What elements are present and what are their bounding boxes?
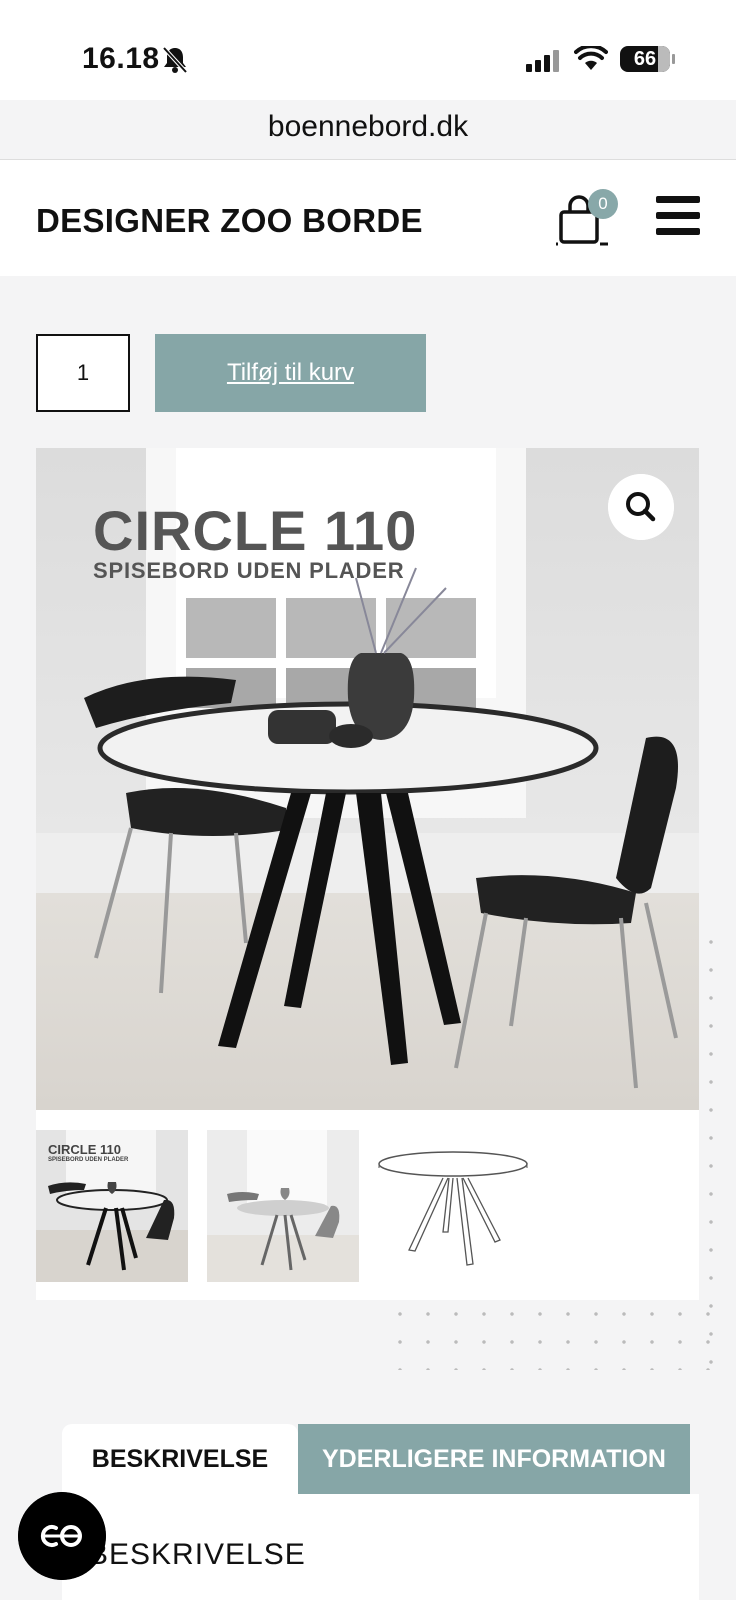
- chat-icon[interactable]: [18, 1492, 106, 1580]
- status-bar: 16.18 66 boennebord.dk: [0, 0, 736, 160]
- image-overlay-subtitle: SPISEBORD UDEN PLADER: [93, 558, 405, 583]
- menu-icon[interactable]: [656, 196, 700, 236]
- battery-nub: [672, 54, 675, 64]
- tab-panel: BESKRIVELSE: [62, 1494, 699, 1600]
- product-main-image[interactable]: CIRCLE 110 SPISEBORD UDEN PLADER: [36, 448, 699, 1110]
- product-gallery: CIRCLE 110 SPISEBORD UDEN PLADER CIRCLE …: [36, 448, 699, 1300]
- panel-heading: BESKRIVELSE: [88, 1538, 306, 1571]
- cart-count-badge: 0: [588, 189, 618, 219]
- quantity-input[interactable]: 1: [36, 334, 130, 412]
- status-time: 16.18: [82, 42, 160, 75]
- thumbnail-1-title: CIRCLE 110: [48, 1142, 121, 1157]
- site-logo[interactable]: DESIGNER ZOO BORDE: [36, 202, 423, 240]
- thumbnail-3[interactable]: [377, 1130, 529, 1282]
- signal-icon: [526, 50, 559, 72]
- decorative-dots: [386, 1300, 716, 1370]
- site-header: DESIGNER ZOO BORDE: [0, 160, 736, 276]
- tab-description[interactable]: BESKRIVELSE: [62, 1424, 298, 1494]
- wifi-icon: [574, 46, 608, 70]
- add-to-cart-button[interactable]: Tilføj til kurv: [155, 334, 426, 412]
- search-icon[interactable]: [608, 474, 674, 540]
- thumbnail-2[interactable]: [207, 1130, 359, 1282]
- battery-icon: 66: [620, 46, 670, 72]
- image-overlay-title: CIRCLE 110: [93, 499, 418, 562]
- thumbnail-1[interactable]: CIRCLE 110 SPISEBORD UDEN PLADER: [36, 1130, 188, 1282]
- tab-additional-information[interactable]: YDERLIGERE INFORMATION: [298, 1424, 690, 1494]
- battery-level: 66: [633, 48, 657, 70]
- bell-slash-icon: [162, 46, 188, 74]
- browser-url[interactable]: boennebord.dk: [0, 110, 736, 144]
- thumbnail-1-subtitle: SPISEBORD UDEN PLADER: [48, 1157, 129, 1163]
- product-tabs: BESKRIVELSE YDERLIGERE INFORMATION: [62, 1424, 690, 1494]
